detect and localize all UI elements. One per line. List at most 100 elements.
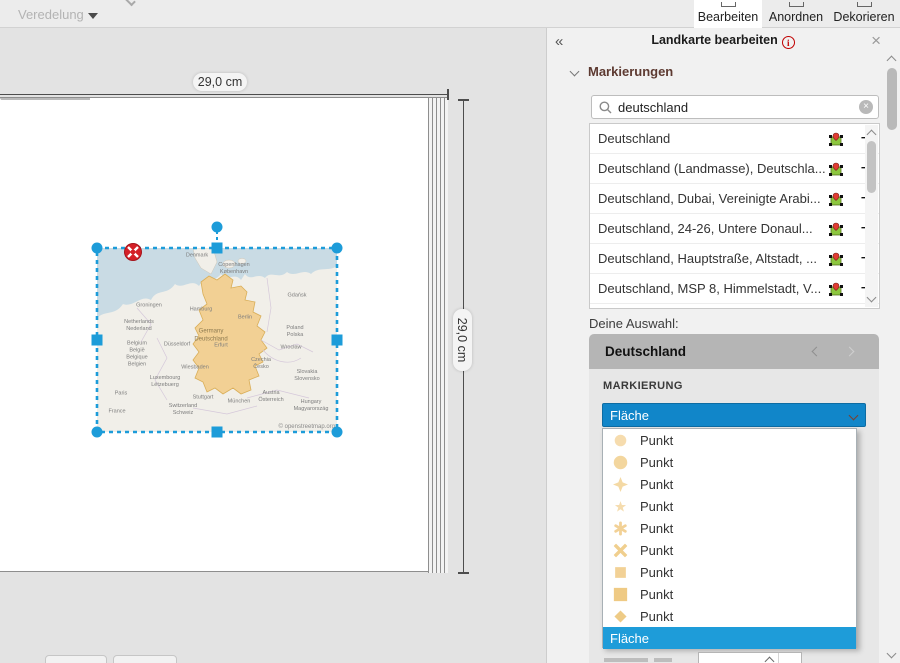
panel-scrollbar[interactable] <box>885 52 899 663</box>
ribbon-tabs: Bearbeiten Anordnen Dekorieren <box>694 0 898 28</box>
section-label: Markierungen <box>588 64 673 79</box>
landkarte-panel: « Landkarte bearbeiteni × Markierungen ×… <box>546 28 900 663</box>
resize-handle-s[interactable] <box>212 427 223 438</box>
app-window: Veredelung Bearbeiten Anordnen Dekoriere… <box>0 0 900 663</box>
marker-type-dropdown: Punkt Punkt Punkt Punkt Punkt Punkt <box>602 428 857 648</box>
page-curl <box>0 98 90 108</box>
topbar: Veredelung Bearbeiten Anordnen Dekoriere… <box>0 0 900 28</box>
veredelung-menu[interactable]: Veredelung <box>18 7 98 22</box>
option-punkt[interactable]: Punkt <box>603 495 856 517</box>
option-punkt[interactable]: Punkt <box>603 451 856 473</box>
result-label: Deutschland <box>598 131 828 146</box>
toolbar-button-partial[interactable] <box>45 655 107 663</box>
tab-dekorieren[interactable]: Dekorieren <box>830 0 898 28</box>
spin-up-icon[interactable] <box>765 657 775 663</box>
rotation-handle[interactable] <box>212 222 223 233</box>
scroll-down-icon[interactable] <box>867 293 877 303</box>
option-punkt[interactable]: Punkt <box>603 473 856 495</box>
area-marker-icon <box>828 281 844 297</box>
select-value: Fläche <box>610 408 850 423</box>
arrange-icon <box>789 2 804 7</box>
circle-large-icon <box>613 455 628 470</box>
height-dimension-tick <box>458 99 469 101</box>
selection-border[interactable] <box>97 248 337 432</box>
resize-handle-w[interactable] <box>92 335 103 346</box>
search-input[interactable] <box>618 100 859 115</box>
circle-small-icon <box>613 433 628 448</box>
area-marker-icon <box>828 161 844 177</box>
prev-marker-icon[interactable] <box>812 347 822 357</box>
height-dimension-tick <box>458 572 469 574</box>
search-results-list: Deutschland + Deutschland (Landmasse), D… <box>589 123 880 309</box>
resize-handle-nw[interactable] <box>92 243 103 254</box>
tab-label: Bearbeiten <box>698 10 758 24</box>
height-dimension-label: 29,0 cm <box>453 309 472 371</box>
scrollbar-thumb[interactable] <box>887 68 897 130</box>
result-row[interactable]: Deutschland + <box>590 124 879 154</box>
section-markierungen[interactable]: Markierungen <box>571 64 673 79</box>
info-icon[interactable]: i <box>782 36 795 49</box>
result-row[interactable]: Deutschland, MSP 8, Himmelstadt, V... + <box>590 274 879 304</box>
page-canvas: 29,0 cm 29,0 cm <box>0 28 546 663</box>
result-label: Deutschland, 24-26, Untere Donaul... <box>598 221 828 236</box>
option-punkt[interactable]: Punkt <box>603 605 856 627</box>
option-punkt[interactable]: Punkt <box>603 517 856 539</box>
option-punkt[interactable]: Punkt <box>603 583 856 605</box>
area-marker-icon <box>828 191 844 207</box>
resize-handle-n[interactable] <box>212 243 223 254</box>
panel-title: Landkarte bearbeiteni <box>575 33 871 49</box>
divider <box>778 653 779 663</box>
width-dimension-tick <box>447 89 449 100</box>
spinner-partial[interactable] <box>698 652 802 663</box>
star-five-icon <box>613 499 628 514</box>
clear-search-icon[interactable]: × <box>859 100 873 114</box>
page-stack-edge <box>428 98 448 573</box>
option-punkt[interactable]: Punkt <box>603 429 856 451</box>
option-punkt[interactable]: Punkt <box>603 539 856 561</box>
result-row[interactable]: Deutschland (Landmasse), Deutschla... + <box>590 154 879 184</box>
collapse-panel-icon[interactable]: « <box>555 33 575 50</box>
result-row[interactable]: Deutschland, Hauptstraße, Altstadt, ... … <box>590 244 879 274</box>
chevron-down-icon <box>88 13 98 19</box>
scroll-down-icon[interactable] <box>887 649 897 659</box>
marker-type-select[interactable]: Fläche <box>602 403 866 427</box>
scroll-up-icon[interactable] <box>887 56 897 66</box>
edit-icon <box>721 2 736 7</box>
results-scrollbar[interactable] <box>865 125 878 307</box>
marker-badge-icon[interactable] <box>125 244 142 261</box>
selection-label: Deine Auswahl: <box>589 316 679 331</box>
tab-bearbeiten[interactable]: Bearbeiten <box>694 0 762 28</box>
width-dimension-line <box>0 94 448 95</box>
result-label: Deutschland, MSP 8, Himmelstadt, V... <box>598 281 828 296</box>
tab-anordnen[interactable]: Anordnen <box>762 0 830 28</box>
scrollbar-thumb[interactable] <box>867 141 876 193</box>
option-flaeche-selected[interactable]: Fläche <box>603 627 856 649</box>
close-panel-icon[interactable]: × <box>871 31 881 51</box>
result-row[interactable]: Deutschland, Dubai, Vereinigte Arabi... … <box>590 184 879 214</box>
next-marker-icon[interactable] <box>845 347 855 357</box>
square-small-icon <box>613 565 628 580</box>
clipped-label <box>604 658 648 662</box>
square-large-icon <box>613 587 628 602</box>
result-row[interactable]: Deutschland, 24-26, Untere Donaul... + <box>590 214 879 244</box>
resize-handle-se[interactable] <box>332 427 343 438</box>
asterisk-icon <box>613 521 628 536</box>
selected-marker-header: Deutschland <box>589 334 879 369</box>
tab-label: Dekorieren <box>833 10 894 24</box>
result-label: Deutschland, Hauptstraße, Altstadt, ... <box>598 251 828 266</box>
resize-handle-sw[interactable] <box>92 427 103 438</box>
chevron-down-icon <box>570 67 580 77</box>
option-punkt[interactable]: Punkt <box>603 561 856 583</box>
diamond-icon <box>613 609 628 624</box>
search-icon <box>599 101 612 114</box>
clipped-label <box>654 658 672 662</box>
toolbar-button-partial[interactable] <box>113 655 177 663</box>
resize-handle-ne[interactable] <box>332 243 343 254</box>
resize-handle-e[interactable] <box>332 335 343 346</box>
scroll-up-icon[interactable] <box>867 130 877 140</box>
markierung-heading: MARKIERUNG <box>603 380 683 392</box>
panel-header: « Landkarte bearbeiteni × <box>547 30 887 52</box>
search-box: × <box>591 95 879 119</box>
chevron-down-icon <box>125 0 136 6</box>
area-marker-icon <box>828 221 844 237</box>
